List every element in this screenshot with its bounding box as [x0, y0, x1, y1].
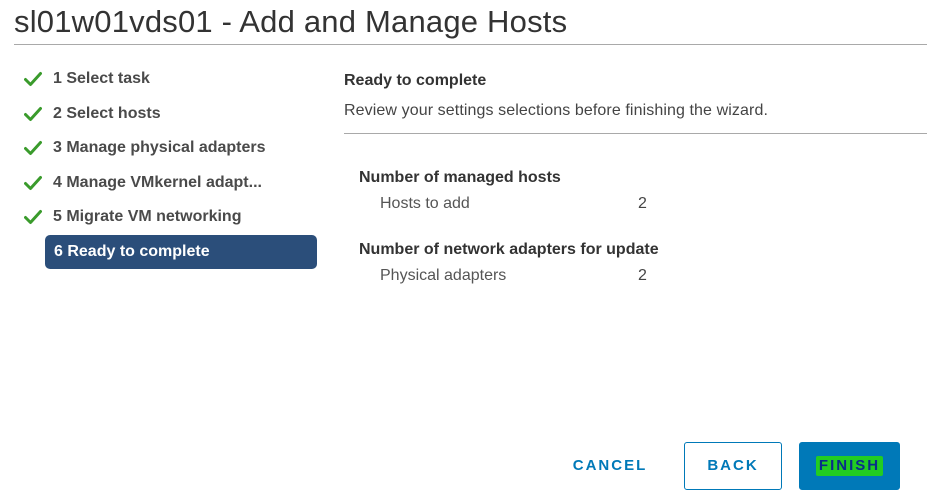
step-select-hosts[interactable]: 2 Select hosts [22, 97, 322, 132]
dialog-title: sl01w01vds01 - Add and Manage Hosts [14, 4, 568, 39]
row-key: Hosts to add [380, 195, 470, 212]
step-label: 6 Ready to complete [54, 242, 210, 260]
check-icon [22, 105, 46, 123]
step-manage-physical-adapters[interactable]: 3 Manage physical adapters [22, 131, 322, 166]
summary-group-network-adapters: Number of network adapters for update Ph… [359, 237, 927, 289]
check-icon [22, 208, 46, 226]
summary-row: Physical adapters 2 [359, 263, 927, 289]
add-manage-hosts-dialog: sl01w01vds01 - Add and Manage Hosts 1 Se… [0, 0, 927, 503]
step-label: 5 Migrate VM networking [53, 208, 242, 226]
step-migrate-vm-networking[interactable]: 5 Migrate VM networking [22, 200, 322, 235]
summary-group-managed-hosts: Number of managed hosts Hosts to add 2 [359, 165, 927, 217]
step-label: 4 Manage VMkernel adapt... [53, 173, 262, 191]
section-title: Ready to complete [344, 72, 487, 89]
row-key: Physical adapters [380, 267, 507, 284]
section-description: Review your settings selections before f… [344, 102, 768, 119]
title-divider [14, 44, 927, 45]
group-title: Number of managed hosts [359, 169, 561, 186]
step-label: 3 Manage physical adapters [53, 139, 266, 157]
check-icon [22, 139, 46, 157]
row-value: 2 [638, 267, 647, 284]
finish-button-label: FINISH [815, 456, 884, 476]
step-label: 1 Select task [53, 70, 150, 88]
finish-button[interactable]: FINISH [799, 442, 900, 490]
check-icon [22, 70, 46, 88]
cancel-button[interactable]: CANCEL [562, 442, 658, 490]
step-select-task[interactable]: 1 Select task [22, 62, 322, 97]
step-ready-to-complete[interactable]: 6 Ready to complete [45, 234, 317, 269]
step-manage-vmkernel-adapters[interactable]: 4 Manage VMkernel adapt... [22, 166, 322, 201]
group-title: Number of network adapters for update [359, 241, 659, 258]
step-label: 2 Select hosts [53, 104, 161, 122]
wizard-steps: 1 Select task 2 Select hosts 3 Manage ph… [22, 62, 322, 269]
back-button[interactable]: BACK [684, 442, 782, 490]
content-divider [344, 133, 927, 134]
wizard-content: Ready to complete Review your settings s… [344, 66, 927, 289]
check-icon [22, 174, 46, 192]
row-value: 2 [638, 195, 647, 212]
summary-row: Hosts to add 2 [359, 191, 927, 217]
